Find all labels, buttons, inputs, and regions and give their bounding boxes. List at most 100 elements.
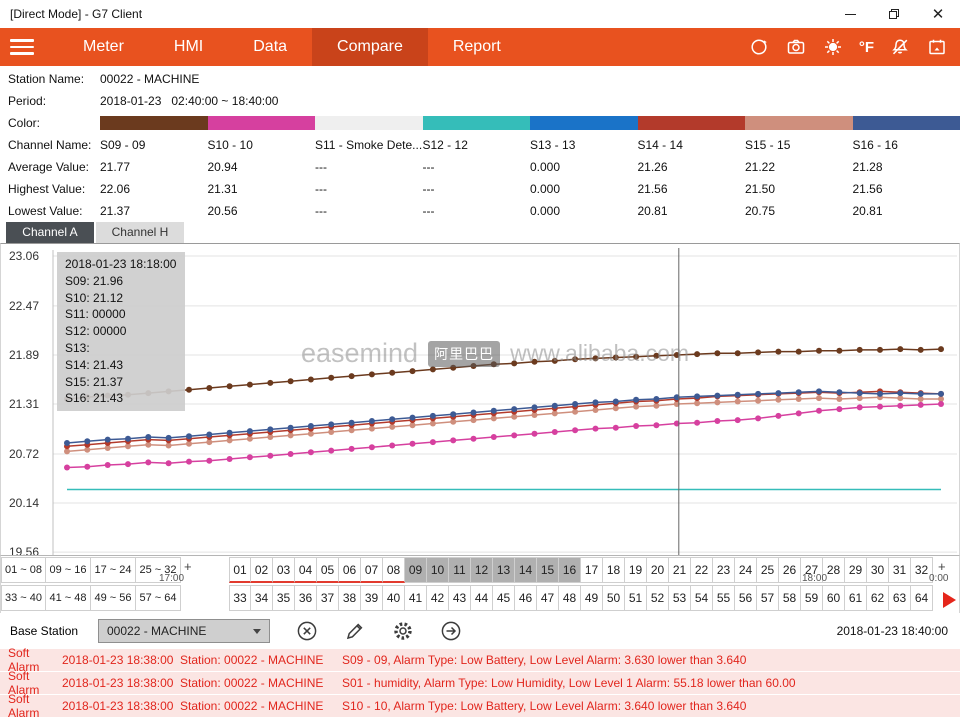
- channel-group-cell[interactable]: 41 ~ 48: [46, 585, 91, 611]
- channel-group-cell[interactable]: 01 ~ 08: [1, 557, 46, 583]
- minimize-button[interactable]: [828, 0, 872, 28]
- channel-cell-39[interactable]: 39: [361, 585, 383, 611]
- channel-cell-62[interactable]: 62: [867, 585, 889, 611]
- tooltip-line: S13:: [65, 340, 177, 357]
- nav-tab-meter[interactable]: Meter: [58, 28, 149, 66]
- channel-cell-34[interactable]: 34: [251, 585, 273, 611]
- channel-cell-40[interactable]: 40: [383, 585, 405, 611]
- channel-cell-18[interactable]: 18: [603, 557, 625, 583]
- channel-cell-08[interactable]: 08: [383, 557, 405, 583]
- channel-cell-64[interactable]: 64: [911, 585, 933, 611]
- alarm-bell-icon[interactable]: [889, 36, 911, 58]
- nav-tab-data[interactable]: Data: [228, 28, 312, 66]
- channel-cell-17[interactable]: 17: [581, 557, 603, 583]
- channel-cell-56[interactable]: 56: [735, 585, 757, 611]
- channel-cell-12[interactable]: 12: [471, 557, 493, 583]
- channel-cell-49[interactable]: 49: [581, 585, 603, 611]
- channel-cell-01[interactable]: 01: [229, 557, 251, 583]
- channel-cell-47[interactable]: 47: [537, 585, 559, 611]
- channel-cell-58[interactable]: 58: [779, 585, 801, 611]
- nav-tab-compare[interactable]: Compare: [312, 28, 428, 66]
- channel-cell-37[interactable]: 37: [317, 585, 339, 611]
- channel-group-cell[interactable]: 17 ~ 24: [91, 557, 136, 583]
- channel-cell-53[interactable]: 53: [669, 585, 691, 611]
- channel-cell-23[interactable]: 23: [713, 557, 735, 583]
- channel-cell-14[interactable]: 14: [515, 557, 537, 583]
- channel-cell-25[interactable]: 25: [757, 557, 779, 583]
- channel-cell-48[interactable]: 48: [559, 585, 581, 611]
- channel-cell-19[interactable]: 19: [625, 557, 647, 583]
- channel-cell-31[interactable]: 31: [889, 557, 911, 583]
- lowest-value-cell: 21.37: [100, 204, 208, 218]
- menu-icon[interactable]: [0, 28, 46, 66]
- channel-cell-29[interactable]: 29: [845, 557, 867, 583]
- camera-icon[interactable]: [785, 36, 807, 58]
- channel-cell-46[interactable]: 46: [515, 585, 537, 611]
- channel-cell-30[interactable]: 30: [867, 557, 889, 583]
- brightness-icon[interactable]: [822, 36, 844, 58]
- channel-cell-38[interactable]: 38: [339, 585, 361, 611]
- channel-cell-36[interactable]: 36: [295, 585, 317, 611]
- axis-zoom-right-icon[interactable]: +: [938, 559, 946, 574]
- alarm-row[interactable]: Soft Alarm2018-01-23 18:38:00Station: 00…: [0, 649, 960, 671]
- channel-cell-16[interactable]: 16: [559, 557, 581, 583]
- base-station-select[interactable]: 00022 - MACHINE: [98, 619, 270, 643]
- channel-cell-42[interactable]: 42: [427, 585, 449, 611]
- channel-cell-44[interactable]: 44: [471, 585, 493, 611]
- channel-cell-35[interactable]: 35: [273, 585, 295, 611]
- channel-cell-60[interactable]: 60: [823, 585, 845, 611]
- channel-cell-04[interactable]: 04: [295, 557, 317, 583]
- channel-cell-57[interactable]: 57: [757, 585, 779, 611]
- channel-cell-11[interactable]: 11: [449, 557, 471, 583]
- nav-tab-report[interactable]: Report: [428, 28, 526, 66]
- maximize-button[interactable]: [872, 0, 916, 28]
- calendar-icon[interactable]: [926, 36, 948, 58]
- sync-icon[interactable]: [748, 36, 770, 58]
- tab-channel-a[interactable]: Channel A: [6, 222, 94, 243]
- channel-cell-52[interactable]: 52: [647, 585, 669, 611]
- channel-cell-61[interactable]: 61: [845, 585, 867, 611]
- channel-group-cell[interactable]: 49 ~ 56: [91, 585, 136, 611]
- channel-cell-24[interactable]: 24: [735, 557, 757, 583]
- channel-cell-07[interactable]: 07: [361, 557, 383, 583]
- channel-group-cell[interactable]: 33 ~ 40: [1, 585, 46, 611]
- nav-tab-hmi[interactable]: HMI: [149, 28, 228, 66]
- edit-pencil-icon[interactable]: [344, 620, 366, 642]
- scroll-right-arrow[interactable]: [943, 592, 956, 608]
- alarm-row[interactable]: Soft Alarm2018-01-23 18:38:00Station: 00…: [0, 672, 960, 694]
- channel-cell-55[interactable]: 55: [713, 585, 735, 611]
- channel-name-row: Channel Name: S09 - 09S10 - 10S11 - Smok…: [0, 134, 960, 156]
- temperature-unit-toggle[interactable]: °F: [859, 36, 874, 58]
- channel-cell-02[interactable]: 02: [251, 557, 273, 583]
- channel-cell-13[interactable]: 13: [493, 557, 515, 583]
- channel-cell-41[interactable]: 41: [405, 585, 427, 611]
- channel-cell-10[interactable]: 10: [427, 557, 449, 583]
- channel-cell-51[interactable]: 51: [625, 585, 647, 611]
- channel-cell-21[interactable]: 21: [669, 557, 691, 583]
- channel-cell-20[interactable]: 20: [647, 557, 669, 583]
- channel-cell-54[interactable]: 54: [691, 585, 713, 611]
- alarm-row[interactable]: Soft Alarm2018-01-23 18:38:00Station: 00…: [0, 695, 960, 717]
- chart-area[interactable]: 23.0622.4721.8921.3120.7220.1419.56 2018…: [0, 243, 960, 555]
- channel-cell-45[interactable]: 45: [493, 585, 515, 611]
- channel-cell-15[interactable]: 15: [537, 557, 559, 583]
- axis-zoom-left-icon[interactable]: +: [184, 559, 192, 574]
- channel-cell-22[interactable]: 22: [691, 557, 713, 583]
- channel-cell-59[interactable]: 59: [801, 585, 823, 611]
- channel-cell-33[interactable]: 33: [229, 585, 251, 611]
- channel-group-cell[interactable]: 57 ~ 64: [136, 585, 181, 611]
- channel-cell-09[interactable]: 09: [405, 557, 427, 583]
- channel-cell-05[interactable]: 05: [317, 557, 339, 583]
- clear-icon[interactable]: [296, 620, 318, 642]
- channel-group-cell[interactable]: 09 ~ 16: [46, 557, 91, 583]
- go-arrow-icon[interactable]: [440, 620, 462, 642]
- close-button[interactable]: ✕: [916, 0, 960, 28]
- channel-cell-43[interactable]: 43: [449, 585, 471, 611]
- channel-cell-03[interactable]: 03: [273, 557, 295, 583]
- tab-channel-h[interactable]: Channel H: [96, 222, 184, 243]
- channel-cell-50[interactable]: 50: [603, 585, 625, 611]
- settings-gear-icon[interactable]: [392, 620, 414, 642]
- channel-cell-63[interactable]: 63: [889, 585, 911, 611]
- channel-cell-26[interactable]: 26: [779, 557, 801, 583]
- channel-cell-06[interactable]: 06: [339, 557, 361, 583]
